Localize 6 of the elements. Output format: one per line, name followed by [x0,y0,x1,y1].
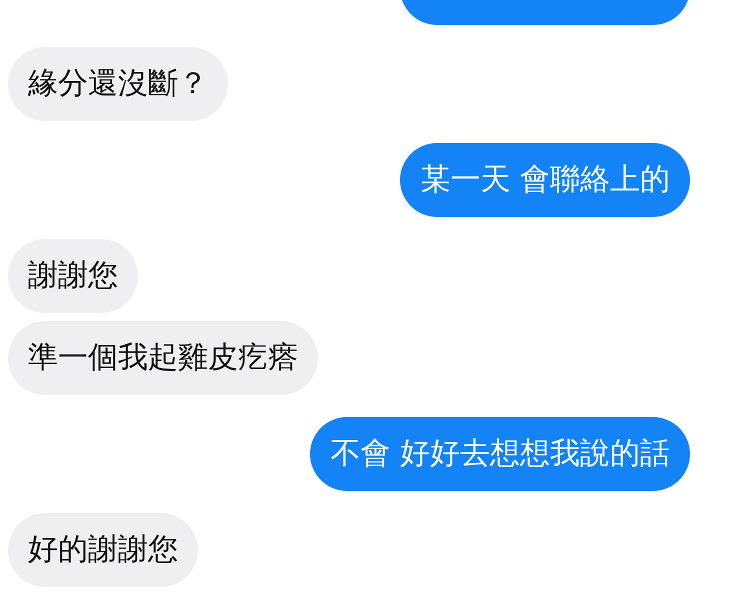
message-bubble: 好的謝謝您 [8,513,198,587]
message-bubble: 緣分還沒斷？ [8,47,228,121]
message-bubble: 不會 好好去想想我說的話 [310,417,690,491]
message-bubble: 謝謝您 [8,239,138,313]
message-bubble: 某一天 會聯絡上的 [400,143,690,217]
message-bubble: 準一個我起雞皮疙瘩 [8,321,318,395]
